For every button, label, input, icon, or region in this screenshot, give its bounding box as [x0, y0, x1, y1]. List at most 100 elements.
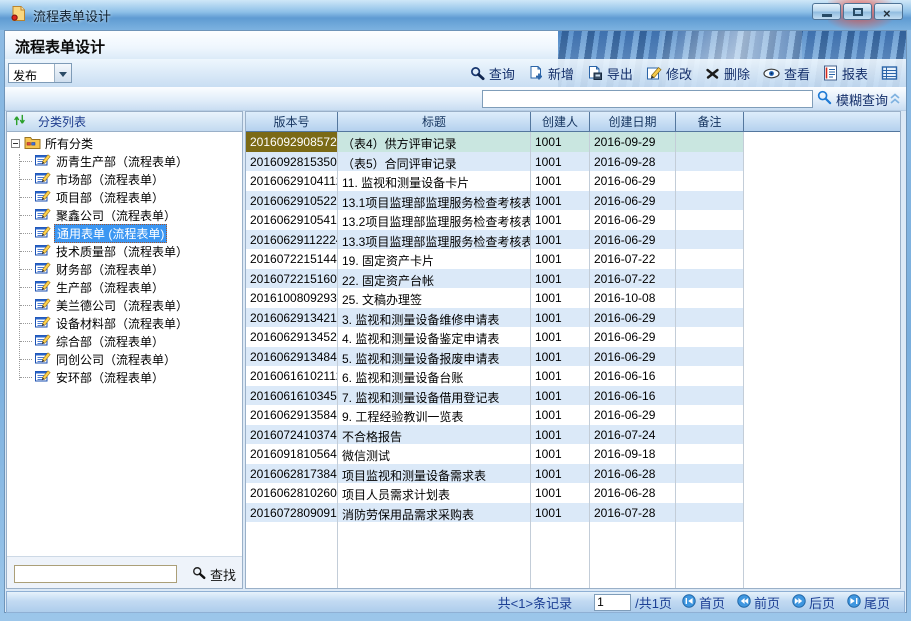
- cell-filler: [744, 483, 900, 503]
- table-row[interactable]: 20160629134216 3. 监视和测量设备维修申请表 1001 2016…: [246, 308, 900, 328]
- cell-title: （表4）供方评审记录: [338, 132, 531, 152]
- cell-version: 20160629105226: [246, 191, 338, 211]
- cell-filler: [744, 269, 900, 289]
- form-icon: [35, 278, 51, 296]
- column-header-date[interactable]: 创建日期: [590, 112, 676, 131]
- titlebar[interactable]: 流程表单设计 ×: [0, 0, 911, 30]
- tree-item-label: 安环部（流程表单）: [54, 368, 166, 387]
- sidebar-tree-item[interactable]: 聚鑫公司（流程表单）: [20, 206, 242, 224]
- view-button[interactable]: 查看: [763, 64, 810, 83]
- delete-x-icon: [705, 67, 720, 80]
- report-button[interactable]: 报表: [823, 64, 868, 83]
- export-button[interactable]: 导出: [587, 64, 633, 83]
- category-find-input[interactable]: [14, 565, 177, 583]
- search-icon: [817, 90, 832, 108]
- cell-creator: 1001: [531, 288, 590, 308]
- cell-date: 2016-07-22: [590, 249, 676, 269]
- cell-creator: 1001: [531, 171, 590, 191]
- maximize-button[interactable]: [843, 3, 872, 20]
- form-icon: [35, 368, 51, 386]
- sidebar-tree-item[interactable]: 生产部（流程表单）: [20, 278, 242, 296]
- forms-table: 版本号 标题 创建人 创建日期 备注 20160929085728 （表4）供方…: [245, 111, 901, 589]
- cell-title: 消防劳保用品需求采购表: [338, 503, 531, 523]
- last-page-button[interactable]: 尾页: [847, 593, 890, 612]
- cell-filler: [744, 210, 900, 230]
- dropdown-arrow-button[interactable]: [54, 64, 71, 82]
- cell-note: [676, 249, 744, 269]
- sidebar-tree-item[interactable]: 通用表单 (流程表单): [20, 224, 242, 242]
- cell-creator: 1001: [531, 483, 590, 503]
- table-row[interactable]: 20160724103749 不合格报告 1001 2016-07-24: [246, 425, 900, 445]
- sidebar-tree-item[interactable]: 综合部（流程表单）: [20, 332, 242, 350]
- table-row[interactable]: 20160629112224 13.3项目监理部监理服务检查考核表 1001 2…: [246, 230, 900, 250]
- status-dropdown[interactable]: 发布: [8, 63, 72, 83]
- tree-root-all-categories[interactable]: 所有分类: [7, 134, 242, 152]
- sidebar-tree-item[interactable]: 美兰德公司（流程表单）: [20, 296, 242, 314]
- column-header-version[interactable]: 版本号: [246, 112, 338, 131]
- find-button[interactable]: 查找: [192, 565, 236, 584]
- tree-item-label: 美兰德公司（流程表单）: [54, 296, 190, 315]
- table-row[interactable]: 20160628173841 项目监视和测量设备需求表 1001 2016-06…: [246, 464, 900, 484]
- table-row[interactable]: 20160629135849 9. 工程经验教训一览表 1001 2016-06…: [246, 405, 900, 425]
- cell-note: [676, 405, 744, 425]
- sidebar-tree-item[interactable]: 安环部（流程表单）: [20, 368, 242, 386]
- column-header-title[interactable]: 标题: [338, 112, 531, 131]
- cell-creator: 1001: [531, 230, 590, 250]
- table-row[interactable]: 20160616102112 6. 监视和测量设备台账 1001 2016-06…: [246, 366, 900, 386]
- fuzzy-search-button[interactable]: 模糊查询: [817, 89, 888, 109]
- edit-button[interactable]: 修改: [646, 64, 692, 83]
- delete-button[interactable]: 删除: [705, 64, 750, 83]
- query-button[interactable]: 查询: [470, 64, 515, 83]
- next-page-button[interactable]: 后页: [792, 593, 835, 612]
- collapse-chevron-icon[interactable]: [889, 92, 901, 108]
- table-row[interactable]: 20160616103455 7. 监视和测量设备借用登记表 1001 2016…: [246, 386, 900, 406]
- cell-title: 项目监视和测量设备需求表: [338, 464, 531, 484]
- search-icon: [470, 66, 485, 81]
- add-button[interactable]: 新增: [528, 64, 574, 83]
- cell-title: 11. 监视和测量设备卡片: [338, 171, 531, 191]
- sidebar-tree-item[interactable]: 项目部（流程表单）: [20, 188, 242, 206]
- table-row[interactable]: 20160722151441 19. 固定资产卡片 1001 2016-07-2…: [246, 249, 900, 269]
- sidebar-tree-item[interactable]: 技术质量部（流程表单）: [20, 242, 242, 260]
- category-panel-header: 分类列表: [7, 112, 242, 132]
- table-row[interactable]: 20160929085728 （表4）供方评审记录 1001 2016-09-2…: [246, 132, 900, 152]
- cell-note: [676, 425, 744, 445]
- sidebar-tree-item[interactable]: 同创公司（流程表单）: [20, 350, 242, 368]
- close-button[interactable]: ×: [874, 3, 903, 20]
- sidebar-tree-item[interactable]: 财务部（流程表单）: [20, 260, 242, 278]
- table-row[interactable]: 20160918105647 微信测试 1001 2016-09-18: [246, 444, 900, 464]
- cell-date: 2016-06-29: [590, 171, 676, 191]
- table-row[interactable]: 20161008092938 25. 文稿办理签 1001 2016-10-08: [246, 288, 900, 308]
- table-row[interactable]: 20160629134523 4. 监视和测量设备鉴定申请表 1001 2016…: [246, 327, 900, 347]
- fuzzy-search-input[interactable]: [482, 90, 813, 108]
- status-dropdown-value: 发布: [9, 64, 54, 82]
- sidebar-tree-item[interactable]: 设备材料部（流程表单）: [20, 314, 242, 332]
- collapse-toggle-icon[interactable]: [11, 139, 20, 148]
- column-header-creator[interactable]: 创建人: [531, 112, 590, 131]
- table-row[interactable]: 20160629105415 13.2项目监理部监理服务检查考核表 1001 2…: [246, 210, 900, 230]
- table-row[interactable]: 20160728090913 消防劳保用品需求采购表 1001 2016-07-…: [246, 503, 900, 523]
- cell-note: [676, 464, 744, 484]
- table-row[interactable]: 20160628102609 项目人员需求计划表 1001 2016-06-28: [246, 483, 900, 503]
- cell-date: 2016-06-29: [590, 327, 676, 347]
- cell-date: 2016-10-08: [590, 288, 676, 308]
- sidebar-tree-item[interactable]: 市场部（流程表单）: [20, 170, 242, 188]
- table-row[interactable]: 20160629105226 13.1项目监理部监理服务检查考核表 1001 2…: [246, 191, 900, 211]
- column-header-note[interactable]: 备注: [676, 112, 744, 131]
- prev-page-button[interactable]: 前页: [737, 593, 780, 612]
- cell-note: [676, 191, 744, 211]
- tree-item-label: 财务部（流程表单）: [54, 260, 166, 279]
- table-row[interactable]: 20160722151601 22. 固定资产台帐 1001 2016-07-2…: [246, 269, 900, 289]
- cell-creator: 1001: [531, 152, 590, 172]
- table-row[interactable]: 20160629104112 11. 监视和测量设备卡片 1001 2016-0…: [246, 171, 900, 191]
- minimize-button[interactable]: [812, 3, 841, 20]
- first-page-button[interactable]: 首页: [682, 593, 725, 612]
- sidebar-tree-item[interactable]: 沥青生产部（流程表单）: [20, 152, 242, 170]
- table-row[interactable]: 20160928153501 （表5）合同评审记录 1001 2016-09-2…: [246, 152, 900, 172]
- table-header-row: 版本号 标题 创建人 创建日期 备注: [246, 112, 900, 132]
- table-row[interactable]: 20160629134844 5. 监视和测量设备报废申请表 1001 2016…: [246, 347, 900, 367]
- grid-view-button[interactable]: [881, 65, 898, 81]
- page-number-input[interactable]: [594, 594, 631, 611]
- cell-title: 7. 监视和测量设备借用登记表: [338, 386, 531, 406]
- refresh-icon[interactable]: [13, 113, 26, 130]
